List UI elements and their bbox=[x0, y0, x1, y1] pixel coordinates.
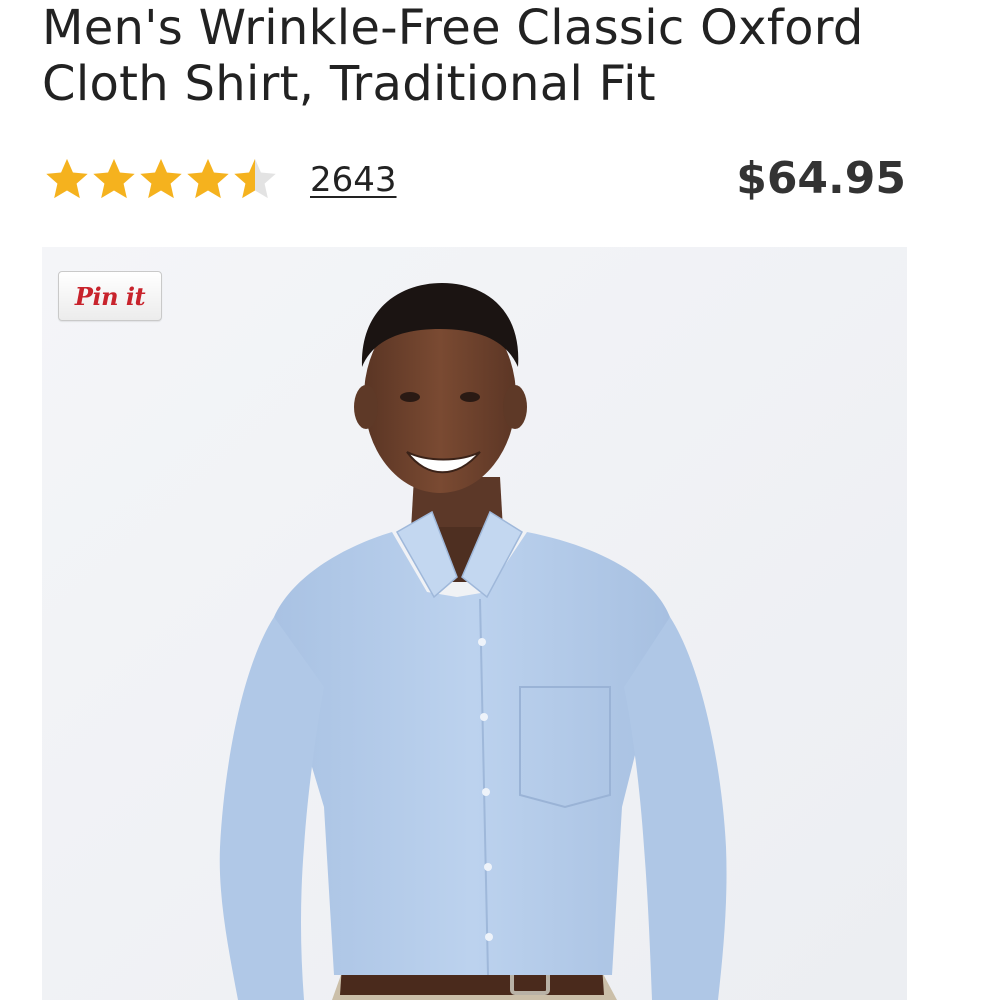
star-icon bbox=[46, 158, 88, 199]
star-icon bbox=[140, 158, 182, 199]
star-icon bbox=[93, 158, 135, 199]
product-title: Men's Wrinkle-Free Classic Oxford Cloth … bbox=[42, 0, 864, 112]
model-photo bbox=[42, 247, 907, 1000]
product-image[interactable]: Pin it bbox=[42, 247, 907, 1000]
star-icon bbox=[187, 158, 229, 199]
product-page: Men's Wrinkle-Free Classic Oxford Cloth … bbox=[0, 0, 1000, 1000]
review-count-link[interactable]: 2643 bbox=[310, 158, 397, 202]
pin-it-label: Pin it bbox=[74, 281, 146, 311]
product-price: $64.95 bbox=[736, 153, 906, 204]
rating-price-row: 2643 $64.95 bbox=[44, 150, 910, 210]
pin-it-button[interactable]: Pin it bbox=[58, 271, 162, 321]
star-rating[interactable] bbox=[44, 156, 279, 202]
half-star-icon bbox=[234, 158, 276, 199]
